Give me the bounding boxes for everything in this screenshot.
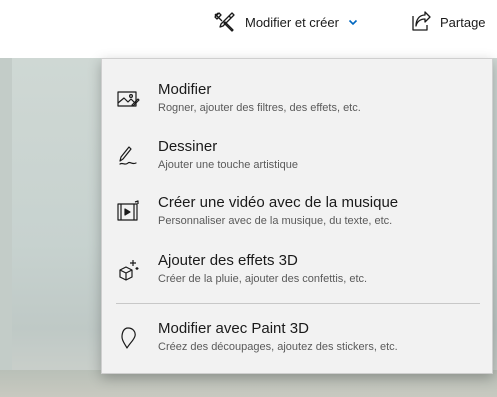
menu-item-title: Ajouter des effets 3D [158, 252, 298, 269]
share-label: Partage [440, 14, 486, 30]
toolbar: Modifier et créer Partage [0, 0, 497, 44]
edit-and-create-label: Modifier et créer [245, 14, 339, 30]
photo-edit-icon [116, 87, 140, 111]
menu-item-title: Créer une vidéo avec de la musique [158, 194, 399, 211]
menu-item-description: Créez des découpages, ajoutez des sticke… [158, 341, 398, 353]
menu-item-edit-paint3d[interactable]: Modifier avec Paint 3D Créez des découpa… [102, 318, 492, 368]
edit-create-icon [212, 10, 236, 34]
menu-item-title: Modifier [158, 81, 212, 98]
menu-item-create-video[interactable]: Créer une vidéo avec de la musique Perso… [102, 192, 492, 242]
share-button[interactable]: Partage [410, 8, 486, 36]
pen-draw-icon [116, 144, 140, 168]
paint3d-icon [116, 326, 140, 350]
menu-item-description: Personnaliser avec de la musique, du tex… [158, 215, 393, 227]
menu-item-title: Dessiner [158, 138, 218, 155]
photo-bottom-area [0, 370, 497, 397]
photo-edge [0, 58, 12, 397]
menu-item-description: Rogner, ajouter des filtres, des effets,… [158, 102, 361, 114]
share-icon [410, 11, 432, 33]
menu-item-edit[interactable]: Modifier Rogner, ajouter des filtres, de… [102, 79, 492, 129]
menu-item-draw[interactable]: Dessiner Ajouter une touche artistique [102, 136, 492, 186]
edit-create-menu: Modifier Rogner, ajouter des filtres, de… [101, 58, 493, 374]
video-music-icon [116, 200, 140, 224]
chevron-down-icon [348, 17, 358, 27]
edit-and-create-button[interactable]: Modifier et créer [212, 8, 358, 36]
menu-item-title: Modifier avec Paint 3D [158, 320, 309, 337]
menu-item-add-3d-effects[interactable]: Ajouter des effets 3D Créer de la pluie,… [102, 250, 492, 300]
menu-separator [116, 303, 480, 304]
sparkle-3d-icon [116, 258, 140, 282]
menu-item-description: Créer de la pluie, ajouter des confettis… [158, 273, 368, 285]
menu-item-description: Ajouter une touche artistique [158, 159, 299, 171]
